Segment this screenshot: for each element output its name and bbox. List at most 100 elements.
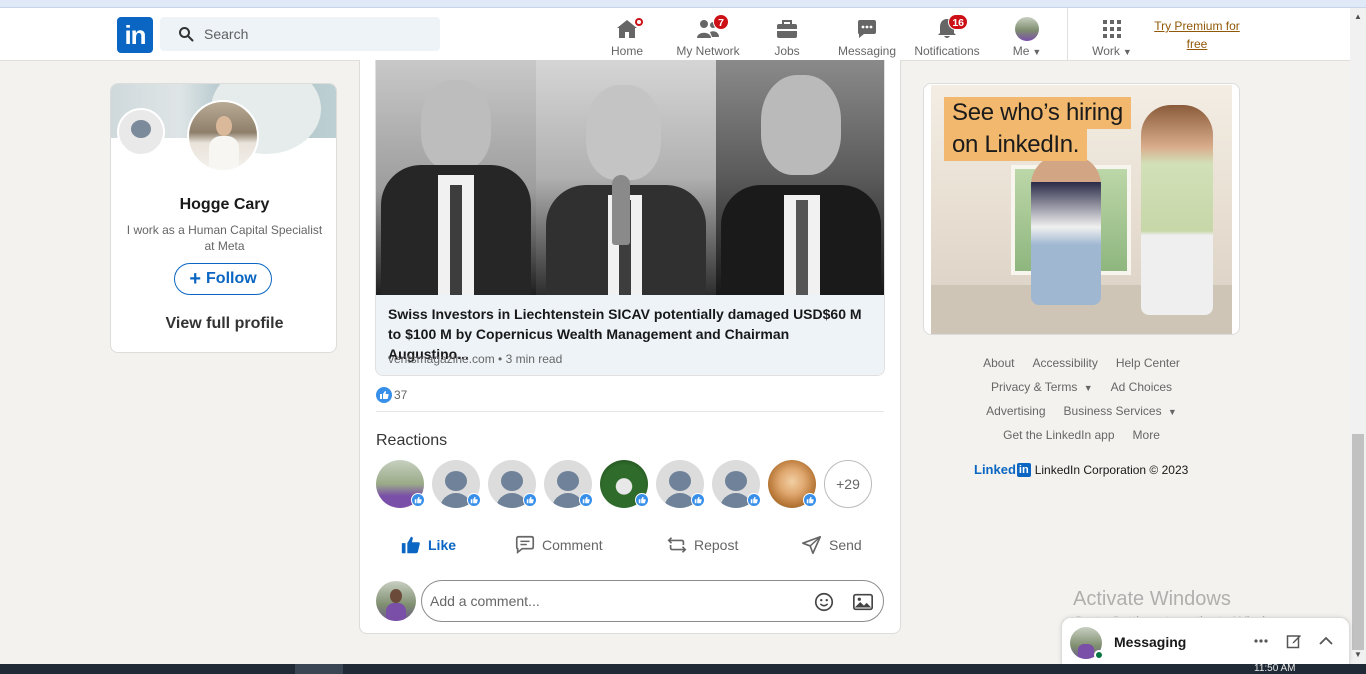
reactor-avatar[interactable] <box>768 460 817 508</box>
reactor-avatar[interactable] <box>712 460 761 508</box>
footer-link-more[interactable]: More <box>1133 428 1160 442</box>
emoji-icon[interactable] <box>812 590 836 614</box>
thumbs-up-icon <box>401 536 420 554</box>
comment-button[interactable]: Comment <box>514 528 603 562</box>
nav-notifications[interactable]: 16 Notifications <box>912 12 982 58</box>
image-icon[interactable] <box>851 590 875 614</box>
footer-link-about[interactable]: About <box>983 356 1014 370</box>
nav-home-label: Home <box>610 44 643 58</box>
like-reaction-icon <box>747 493 761 507</box>
linkedin-logo[interactable]: in <box>117 17 153 53</box>
messaging-overlay[interactable]: Messaging <box>1061 617 1350 664</box>
follow-label: Follow <box>206 270 257 287</box>
article-source: ventsmagazine.com • 3 min read <box>388 352 563 366</box>
current-user-avatar[interactable] <box>376 581 416 621</box>
footer-link-advertising[interactable]: Advertising <box>986 404 1045 418</box>
network-badge: 7 <box>713 14 729 30</box>
reactor-avatar[interactable] <box>376 460 425 508</box>
footer-link-help-center[interactable]: Help Center <box>1116 356 1180 370</box>
send-button[interactable]: Send <box>801 528 862 562</box>
taskbar-clock: 11:50 AM <box>1254 664 1296 674</box>
reactor-avatar[interactable] <box>600 460 649 508</box>
wordmark-text: Linked <box>974 462 1016 477</box>
search-bar[interactable] <box>160 17 440 51</box>
repost-label: Repost <box>694 537 739 553</box>
like-reaction-icon <box>691 493 705 507</box>
footer-link-ad-choices[interactable]: Ad Choices <box>1111 380 1172 394</box>
article-image <box>376 60 884 295</box>
nav-divider <box>1067 8 1068 61</box>
follow-button[interactable]: + Follow <box>174 263 272 295</box>
briefcase-icon <box>777 20 797 38</box>
like-reaction-icon <box>411 493 425 507</box>
send-icon <box>802 535 822 555</box>
article-preview-card[interactable]: Swiss Investors in Liechtenstein SICAV p… <box>375 60 885 376</box>
global-nav: in Home 7 My Network Jobs Messaging 1 <box>0 8 1350 61</box>
footer-link-accessibility[interactable]: Accessibility <box>1032 356 1097 370</box>
comment-input[interactable] <box>430 593 800 609</box>
ad-image: See who’s hiring on LinkedIn. <box>931 85 1232 334</box>
nav-jobs-label: Jobs <box>774 44 800 58</box>
footer-link-get-app[interactable]: Get the LinkedIn app <box>1003 428 1114 442</box>
comment-icon <box>515 535 535 555</box>
reactor-avatar[interactable] <box>488 460 537 508</box>
activate-windows-title: Activate Windows <box>1073 588 1231 610</box>
try-premium-link[interactable]: Try Premium for free <box>1152 17 1242 53</box>
author-profile-card: Hogge Cary I work as a Human Capital Spe… <box>110 83 337 353</box>
online-status-dot <box>1094 650 1104 660</box>
reaction-count[interactable]: 37 <box>376 387 407 403</box>
business-label: Business Services <box>1063 404 1162 418</box>
chevron-down-icon: ▼ <box>1167 407 1177 417</box>
nav-me-label: Me <box>1012 44 1030 58</box>
footer-link-business-services[interactable]: Business Services ▼ <box>1064 404 1177 418</box>
notifications-badge: 16 <box>948 14 968 30</box>
scroll-down-arrow-icon[interactable]: ▼ <box>1350 648 1366 662</box>
browser-top-strip <box>0 0 1366 8</box>
like-reaction-icon <box>635 493 649 507</box>
taskbar-app-button[interactable] <box>295 664 343 674</box>
chevron-up-icon[interactable] <box>1316 631 1336 651</box>
chevron-down-icon: ▼ <box>1083 383 1093 393</box>
messaging-label: Messaging <box>1114 634 1187 650</box>
company-logo-placeholder <box>117 108 165 156</box>
footer-link-privacy-terms[interactable]: Privacy & Terms ▼ <box>991 380 1093 394</box>
linkedin-wordmark-logo: Linked in <box>974 462 1031 477</box>
nav-my-network[interactable]: 7 My Network <box>674 12 742 58</box>
reactor-avatar[interactable] <box>544 460 593 508</box>
nav-jobs[interactable]: Jobs <box>767 12 807 58</box>
copyright-text: LinkedIn Corporation © 2023 <box>1034 462 1189 477</box>
comment-box[interactable] <box>421 580 884 622</box>
reactor-avatar[interactable] <box>656 460 705 508</box>
article-meta: Swiss Investors in Liechtenstein SICAV p… <box>376 295 884 375</box>
scrollbar-thumb[interactable] <box>1352 434 1364 650</box>
ad-headline-line-2: on LinkedIn. <box>944 129 1088 161</box>
chevron-down-icon: ▼ <box>1122 47 1132 57</box>
hiring-ad[interactable]: See who’s hiring on LinkedIn. <box>923 83 1240 335</box>
view-full-profile-link[interactable]: View full profile <box>111 315 336 333</box>
nav-home[interactable]: Home <box>607 12 647 58</box>
profile-avatar[interactable] <box>187 100 259 172</box>
nav-messaging-label: Messaging <box>837 44 897 58</box>
nav-my-network-label: My Network <box>676 44 740 58</box>
compose-icon[interactable] <box>1284 631 1304 651</box>
search-input[interactable] <box>204 26 424 42</box>
like-reaction-icon <box>376 387 392 403</box>
scroll-up-arrow-icon[interactable]: ▲ <box>1350 10 1366 24</box>
more-options-icon[interactable] <box>1251 631 1271 651</box>
grid-icon <box>1103 20 1121 38</box>
more-reactors-button[interactable]: +29 <box>824 460 872 508</box>
chevron-down-icon: ▼ <box>1032 47 1042 57</box>
profile-name[interactable]: Hogge Cary <box>111 196 336 214</box>
divider <box>376 411 884 412</box>
nav-messaging[interactable]: Messaging <box>837 12 897 58</box>
me-avatar <box>1015 17 1039 41</box>
repost-button[interactable]: Repost <box>666 528 738 562</box>
nav-work[interactable]: Work ▼ <box>1089 12 1135 58</box>
like-reaction-icon <box>523 493 537 507</box>
like-reaction-icon <box>803 493 817 507</box>
like-label: Like <box>428 537 457 553</box>
nav-me[interactable]: Me ▼ <box>1008 12 1046 58</box>
reactor-avatar[interactable] <box>432 460 481 508</box>
corporation-notice: Linked in LinkedIn Corporation © 2023 <box>974 462 1188 477</box>
like-button[interactable]: Like <box>400 528 456 562</box>
